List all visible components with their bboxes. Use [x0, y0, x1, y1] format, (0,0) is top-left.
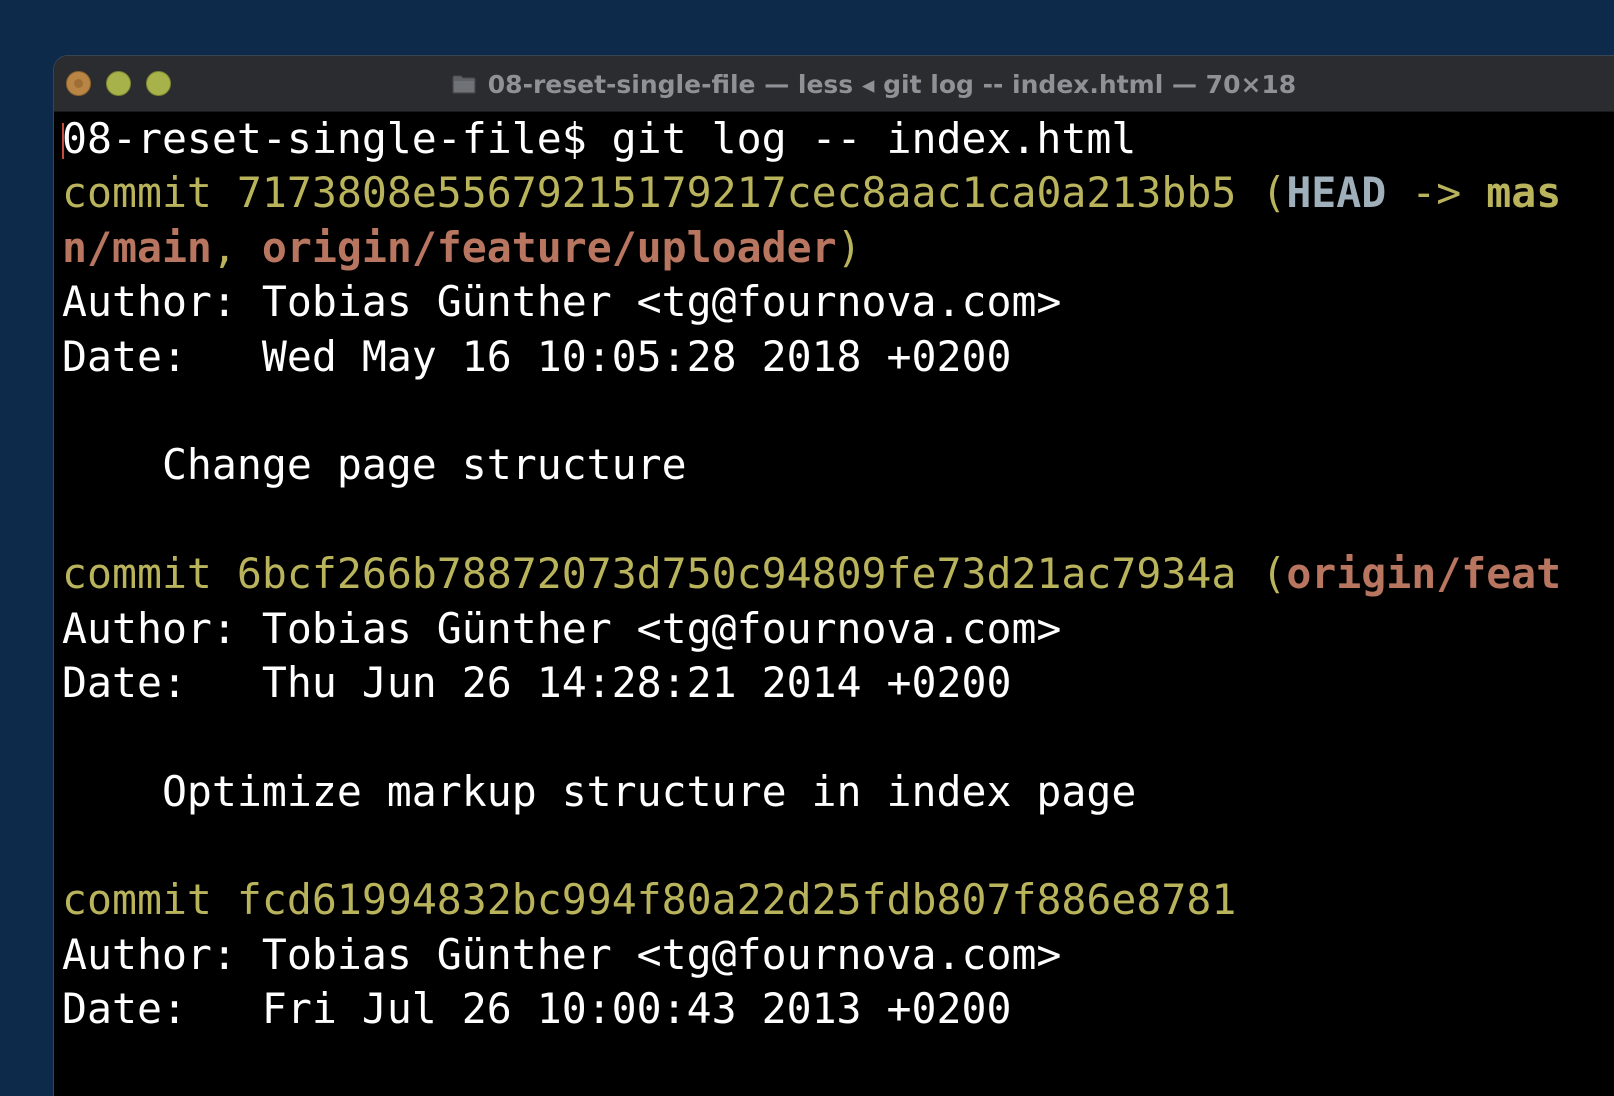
refs-sep: , [211, 222, 262, 272]
ref-remote-feature: origin/feat [1286, 549, 1562, 599]
date-value: Wed May 16 10:05:28 2018 +0200 [186, 331, 1012, 381]
message-line: Change page structure [62, 438, 1614, 492]
window-title: 08-reset-single-file — less ◂ git log --… [487, 69, 1297, 99]
date-label: Date: [62, 657, 187, 707]
author-value: Tobias Günther <tg@fournova.com> [236, 603, 1062, 653]
terminal-output[interactable]: 08-reset-single-file$ git log -- index.h… [54, 112, 1614, 1096]
author-value: Tobias Günther <tg@fournova.com> [236, 277, 1062, 327]
date-line: Date: Wed May 16 10:05:28 2018 +0200 [62, 330, 1614, 384]
commit-label: commit [62, 875, 212, 925]
date-label: Date: [62, 984, 187, 1034]
refs-open: ( [1236, 549, 1287, 599]
author-label: Author: [62, 277, 237, 327]
commit-message: Change page structure [62, 440, 687, 490]
commit-hash: 6bcf266b78872073d750c94809fe73d21ac7934a [236, 549, 1237, 599]
author-label: Author: [62, 929, 237, 979]
ref-arrow: -> [1386, 168, 1487, 218]
refs-close: ) [836, 222, 862, 272]
ref-remote-uploader: origin/feature/uploader [261, 222, 837, 272]
ref-head: HEAD [1286, 168, 1387, 218]
date-line: Date: Thu Jun 26 14:28:21 2014 +0200 [62, 656, 1614, 710]
commit-line: commit 7173808e55679215179217cec8aac1ca0… [62, 166, 1614, 220]
refs-open: ( [1236, 168, 1287, 218]
commit-hash: 7173808e55679215179217cec8aac1ca0a213bb5 [236, 168, 1237, 218]
commit-line: commit 6bcf266b78872073d750c94809fe73d21… [62, 547, 1614, 601]
commit-hash: fcd61994832bc994f80a22d25fdb807f886e8781 [236, 875, 1237, 925]
folder-icon [452, 75, 476, 94]
date-line: Date: Fri Jul 26 10:00:43 2013 +0200 [62, 982, 1614, 1036]
commit-label: commit [62, 168, 212, 218]
ref-branch: mas [1486, 168, 1562, 218]
prompt-line: 08-reset-single-file$ git log -- index.h… [62, 112, 1614, 166]
command: git log -- index.html [586, 114, 1137, 163]
author-label: Author: [62, 603, 237, 653]
date-value: Thu Jun 26 14:28:21 2014 +0200 [186, 657, 1012, 707]
date-label: Date: [62, 331, 187, 381]
refs-wrap-line: n/main, origin/feature/uploader) [62, 221, 1614, 275]
author-value: Tobias Günther <tg@fournova.com> [236, 929, 1062, 979]
date-value: Fri Jul 26 10:00:43 2013 +0200 [186, 984, 1012, 1034]
commit-message: Optimize markup structure in index page [62, 766, 1137, 816]
commit-label: commit [62, 549, 212, 599]
ref-remote-main: n/main [62, 222, 212, 272]
terminal-window: 08-reset-single-file — less ◂ git log --… [54, 56, 1614, 1096]
author-line: Author: Tobias Günther <tg@fournova.com> [62, 275, 1614, 329]
title-container: 08-reset-single-file — less ◂ git log --… [54, 56, 1614, 112]
author-line: Author: Tobias Günther <tg@fournova.com> [62, 602, 1614, 656]
message-line: Optimize markup structure in index page [62, 765, 1614, 819]
author-line: Author: Tobias Günther <tg@fournova.com> [62, 928, 1614, 982]
prompt: 08-reset-single-file$ [62, 114, 587, 163]
title-bar[interactable]: 08-reset-single-file — less ◂ git log --… [54, 56, 1614, 112]
commit-line: commit fcd61994832bc994f80a22d25fdb807f8… [62, 873, 1614, 927]
